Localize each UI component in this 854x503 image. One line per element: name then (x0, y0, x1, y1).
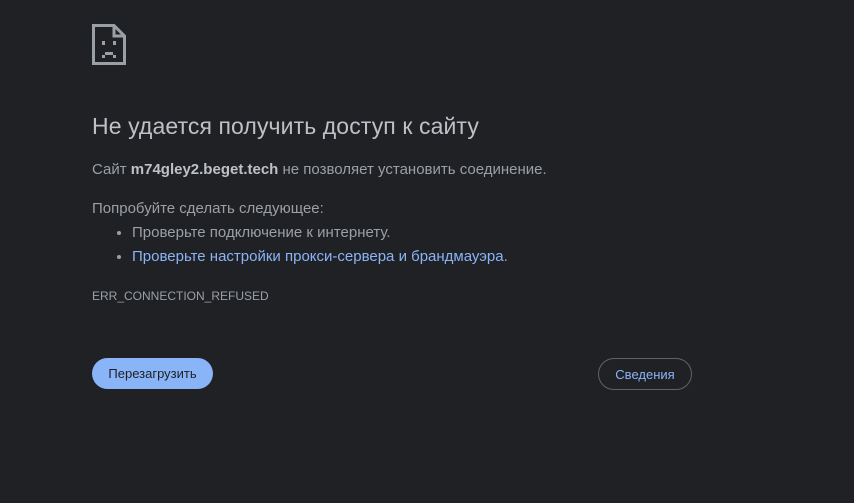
sad-page-icon (92, 24, 126, 65)
description-suffix: не позволяет установить соединение. (282, 161, 547, 178)
error-code: ERR_CONNECTION_REFUSED (92, 289, 269, 303)
suggestions-heading: Попробуйте сделать следующее: (92, 200, 324, 217)
error-page: Не удается получить доступ к сайту Сайт … (0, 0, 854, 503)
check-proxy-firewall-link[interactable]: Проверьте настройки прокси-сервера и бра… (132, 248, 504, 265)
site-host: m74gley2.beget.tech (130, 161, 279, 178)
suggestion-period: . (503, 248, 508, 265)
error-description: Сайт m74gley2.beget.tech не позволяет ус… (92, 161, 547, 178)
suggestion-check-connection: Проверьте подключение к интернету. (132, 222, 508, 246)
description-prefix: Сайт (92, 161, 127, 178)
reload-button[interactable]: Перезагрузить (92, 358, 213, 389)
suggestion-text: Проверьте подключение к интернету. (132, 224, 391, 241)
page-title: Не удается получить доступ к сайту (92, 113, 479, 139)
suggestion-check-proxy: Проверьте настройки прокси-сервера и бра… (132, 246, 508, 270)
details-button[interactable]: Сведения (598, 358, 692, 390)
suggestions-list: Проверьте подключение к интернету. Прове… (92, 222, 508, 270)
